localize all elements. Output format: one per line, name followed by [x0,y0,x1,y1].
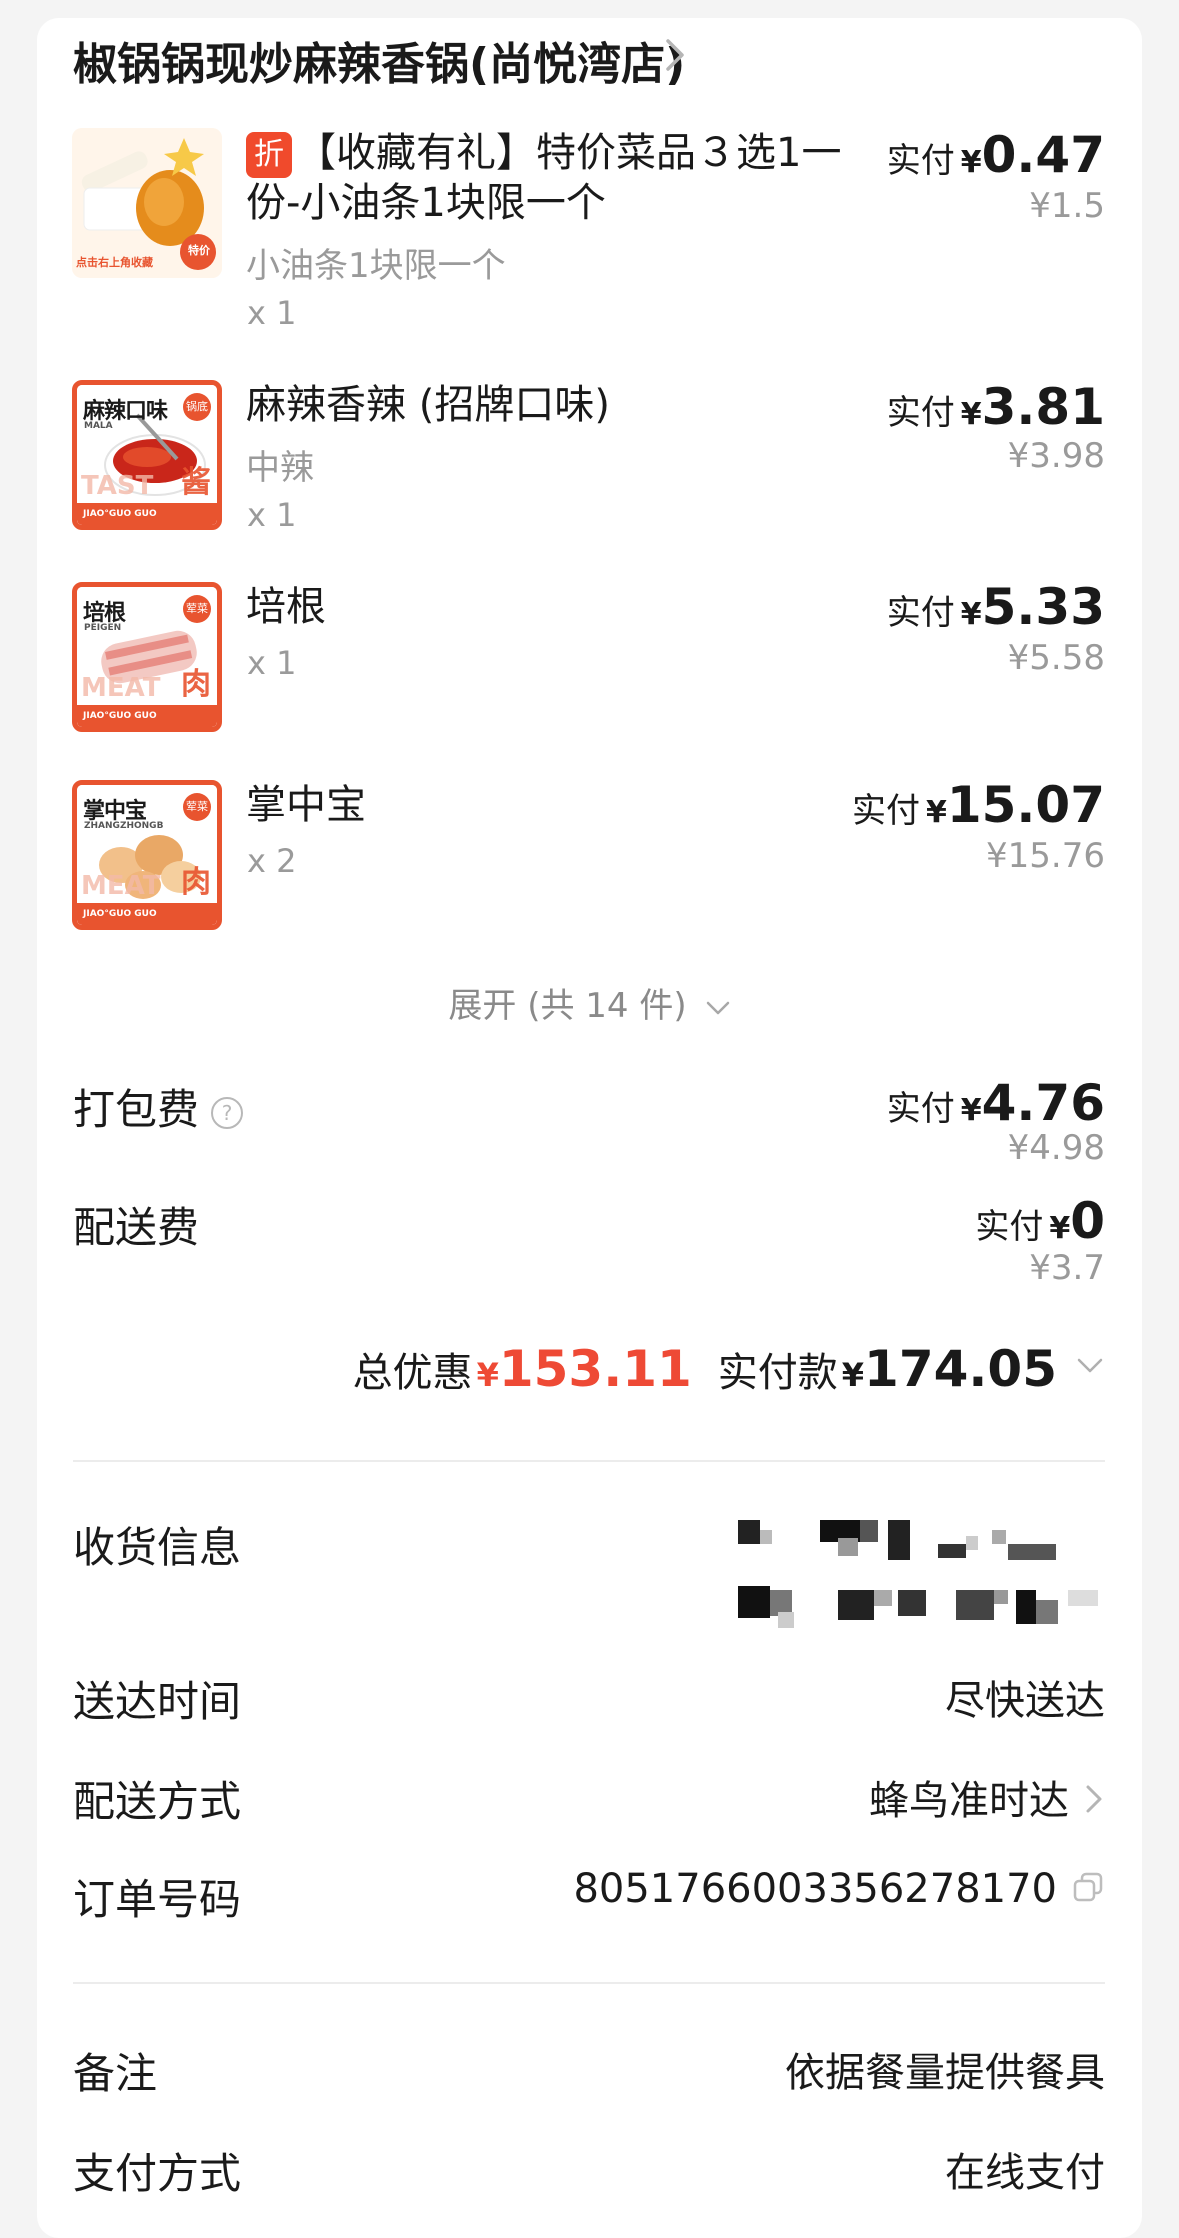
chevron-right-icon[interactable] [662,35,690,75]
item-thumbnail[interactable]: 点击右上角收藏 特价 [72,128,222,278]
item-name[interactable]: 掌中宝 [246,780,866,830]
expand-items-button[interactable]: 展开 (共 14 件) [0,978,1179,1027]
expand-label: 展开 (共 14 件) [448,986,687,1026]
item-paid-price: 实付 ¥3.81 [886,378,1105,436]
total-discount: 153.11 [498,1340,692,1398]
thumb-brand: JIAO°GUO GUO [77,503,217,525]
item-qty: x 2 [247,842,297,880]
item-qty: x 1 [247,496,297,534]
payment-method-label: 支付方式 [73,2149,242,2198]
thumb-badge: 锅底 [183,393,211,421]
item-paid-price: 实付 ¥15.07 [851,776,1105,834]
packing-fee-label: 打包费? [73,1076,244,1137]
order-summary[interactable]: 总优惠 ¥153.11 实付款 ¥174.05 [353,1340,1105,1398]
thumb-subtitle: ZHANGZHONGB [84,821,164,831]
paid-total-label: 实付款 [717,1350,838,1396]
thumb-subtitle: PEIGEN [84,623,122,633]
remark-value: 依据餐量提供餐具 [785,2050,1105,2096]
packing-fee-paid: 实付 ¥4.76 [886,1074,1105,1132]
remark-label: 备注 [73,2049,158,2098]
item-name[interactable]: 培根 [246,582,866,632]
item-qty: x 1 [247,294,297,332]
thumb-brand: JIAO°GUO GUO [77,903,217,925]
item-spec: 中辣 [246,448,314,488]
thumb-big-char: 肉 [181,865,211,900]
delivery-time-value: 尽快送达 [945,1678,1105,1724]
order-number-label: 订单号码 [73,1875,242,1924]
item-name-text: 【收藏有礼】特价菜品３选1一份-小油条1块限一个 [246,130,842,226]
delivery-fee-paid: 实付 ¥0 [975,1192,1105,1250]
delivery-fee-label: 配送费 [73,1203,200,1252]
chevron-down-icon [706,1001,729,1014]
redacted-address-image [738,1520,1098,1628]
thumb-big-char: 肉 [181,667,211,702]
store-name[interactable]: 椒锅锅现炒麻辣香锅(尚悦湾店) [73,28,685,92]
item-name[interactable]: 折【收藏有礼】特价菜品３选1一份-小油条1块限一个 [246,128,866,228]
thumb-badge: 荤菜 [183,793,211,821]
item-name[interactable]: 麻辣香辣 (招牌口味) [246,380,866,430]
order-number-value: 8051766003356278170 [573,1866,1105,1912]
item-thumbnail[interactable]: 掌中宝 ZHANGZHONGB 荤菜 MEAT 肉 JIAO°GUO GUO [72,780,222,930]
help-icon[interactable]: ? [211,1097,244,1129]
item-thumbnail[interactable]: 培根 PEIGEN 荤菜 MEAT 肉 JIAO°GUO GUO [72,582,222,732]
divider [73,1982,1105,1984]
paid-total: 174.05 [864,1340,1057,1398]
item-original-price: ¥1.5 [1029,186,1105,226]
thumb-caption: 点击右上角收藏 [76,256,153,269]
divider [73,1460,1105,1462]
delivery-method-label: 配送方式 [73,1777,242,1826]
delivery-fee-original: ¥3.7 [1029,1248,1105,1288]
item-original-price: ¥3.98 [1007,436,1105,476]
item-original-price: ¥15.76 [986,836,1105,876]
thumb-watermark: MEAT [81,871,161,901]
thumb-subtitle: MALA [84,421,113,431]
payment-method-value: 在线支付 [945,2150,1105,2196]
delivery-method-value[interactable]: 蜂鸟准时达 [869,1768,1105,1826]
item-thumbnail[interactable]: 麻辣口味 MALA 锅底 TAST 酱 JIAO°GUO GUO [72,380,222,530]
chevron-down-icon[interactable] [1075,1350,1105,1380]
thumb-badge: 特价 [188,244,210,257]
receiver-info-label: 收货信息 [73,1523,242,1572]
packing-fee-original: ¥4.98 [1007,1128,1105,1168]
chevron-right-icon [1086,1785,1102,1813]
delivery-time-label: 送达时间 [73,1677,242,1726]
discount-tag: 折 [246,132,292,178]
copy-icon[interactable] [1071,1870,1105,1904]
thumb-badge: 荤菜 [183,595,211,623]
thumb-watermark: TAST [81,471,154,501]
item-qty: x 1 [247,644,297,682]
item-paid-price: 实付 ¥5.33 [886,578,1105,636]
discount-label: 总优惠 [352,1350,473,1396]
item-spec: 小油条1块限一个 [246,246,506,286]
thumb-brand: JIAO°GUO GUO [77,705,217,727]
item-original-price: ¥5.58 [1007,638,1105,678]
thumb-watermark: MEAT [81,673,161,703]
item-paid-price: 实付 ¥0.47 [886,126,1105,184]
thumb-big-char: 酱 [181,465,211,500]
